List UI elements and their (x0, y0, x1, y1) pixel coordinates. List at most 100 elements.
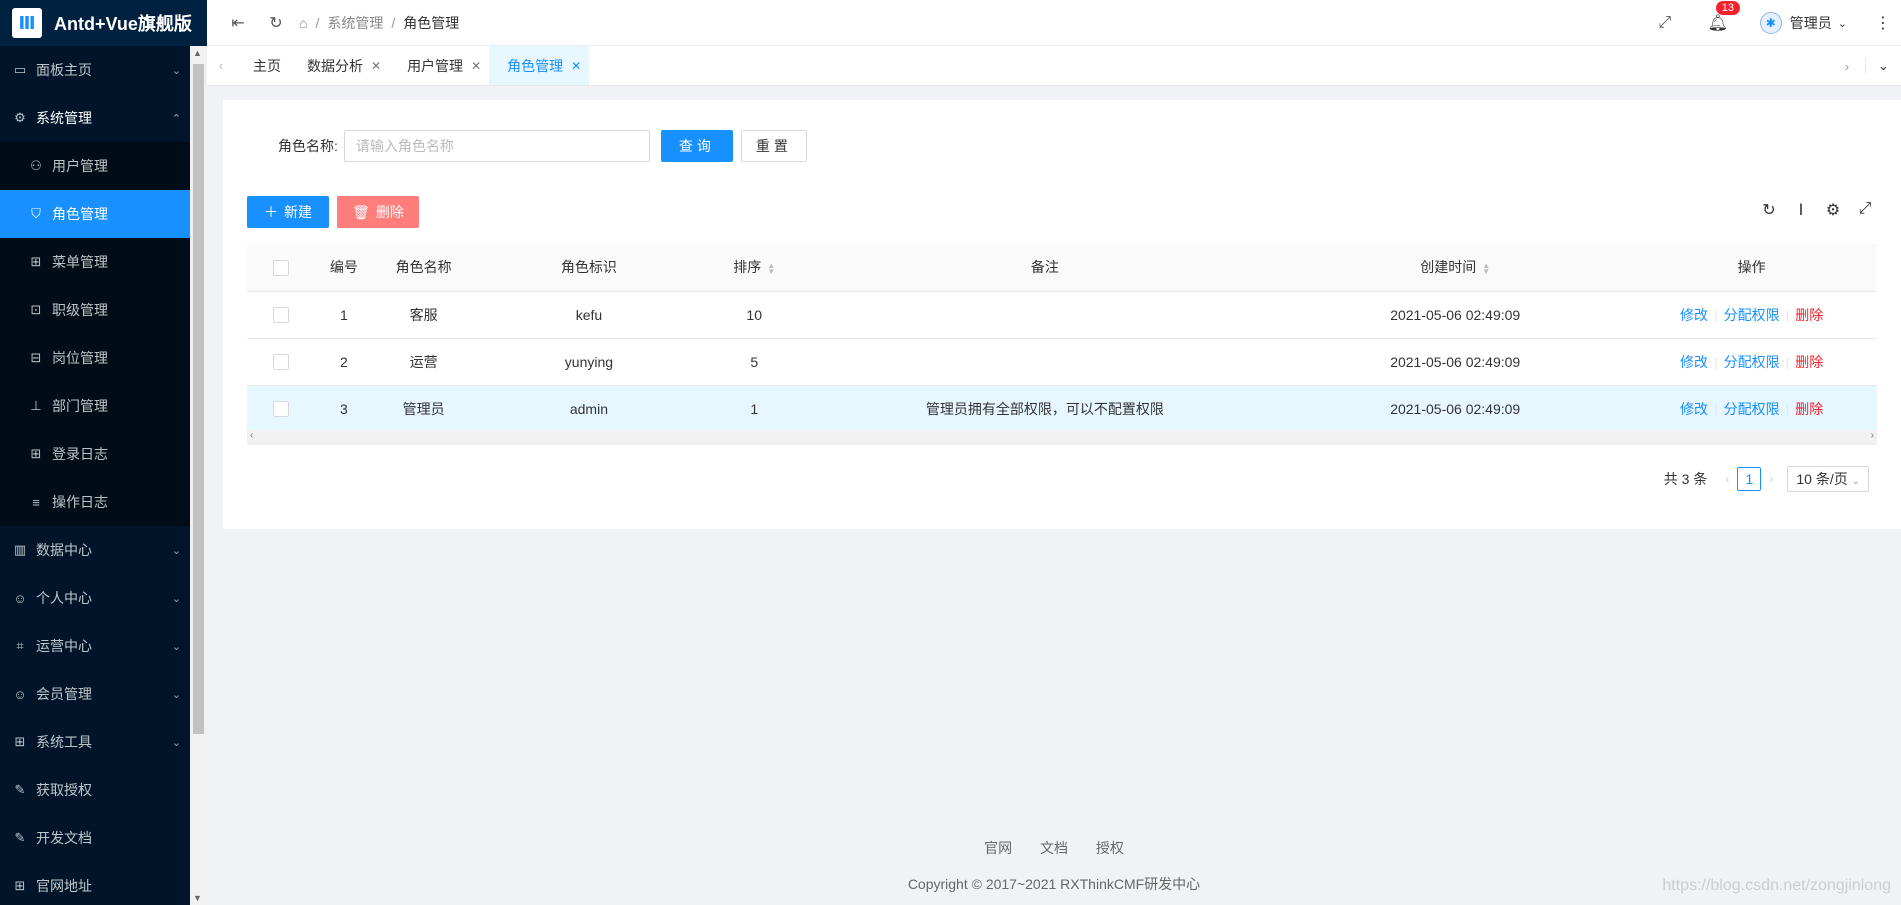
reset-button[interactable]: 重置 (740, 130, 807, 162)
more-icon[interactable]: ⋮ (1865, 13, 1901, 33)
select-all-cell (247, 244, 316, 292)
tabs-scroll-left-icon[interactable]: ‹ (207, 46, 235, 85)
page-1[interactable]: 1 (1737, 467, 1762, 491)
page-size-select[interactable]: 10 条/页 ⌄ (1787, 466, 1869, 492)
user-menu[interactable]: ✱ 管理员 ⌄ (1759, 12, 1847, 34)
density-icon[interactable]: Ⅰ (1785, 200, 1817, 220)
scroll-down-icon[interactable]: ▼ (193, 893, 202, 903)
app-title: Antd+Vue旗舰版 (54, 14, 192, 34)
copyright: Copyright © 2017~2021 RXThinkCMF研发中心 (907, 876, 1201, 892)
docs-icon: ✎ (14, 830, 26, 845)
footer: 官网 文档 授权 Copyright © 2017~2021 RXThinkCM… (207, 838, 1901, 894)
watermark: https://blog.csdn.net/zongjinlong (1662, 877, 1891, 894)
sidebar-item-operations[interactable]: ⌗ 运营中心 ⌄ (0, 622, 207, 670)
chart-icon: ▥ (13, 542, 27, 557)
sidebar-item-label: 开发文档 (36, 830, 92, 846)
cell-actions: 修改 | 分配权限 | 删除 (1626, 385, 1877, 433)
dept-icon: ⊥ (30, 398, 42, 413)
footer-link-docs[interactable]: 文档 (1040, 840, 1068, 856)
scroll-up-icon[interactable]: ▲ (193, 48, 202, 58)
cell-code: yunying (474, 338, 703, 386)
menu-fold-icon[interactable]: ⇤ (219, 13, 257, 33)
sidebar-item-departments[interactable]: ⊥ 部门管理 (0, 382, 207, 430)
sidebar-item-label: 职级管理 (52, 302, 108, 318)
reload-icon[interactable]: ↻ (1753, 200, 1785, 220)
tabs-dropdown-icon[interactable]: ⌄ (1865, 58, 1901, 74)
edit-link[interactable]: 修改 (1680, 401, 1708, 417)
sidebar-item-menus[interactable]: ⊞ 菜单管理 (0, 238, 207, 286)
next-page-icon[interactable]: › (1769, 472, 1773, 486)
logo[interactable]: Ⅲ Antd+Vue旗舰版 (0, 0, 207, 46)
edit-link[interactable]: 修改 (1680, 354, 1708, 370)
col-sort[interactable]: 排序 ▲ ▼ (702, 244, 806, 292)
delete-link[interactable]: 删除 (1795, 307, 1823, 323)
plus-icon: ＋ (264, 204, 278, 220)
sidebar-item-system[interactable]: ⚙ 系统管理 ⌃ (0, 94, 207, 142)
new-button[interactable]: ＋ 新建 (247, 196, 329, 228)
table-horizontal-scrollbar[interactable]: ‹ › (247, 430, 1877, 445)
delete-button-label: 删除 (375, 204, 404, 220)
notifications[interactable]: 🔔︎ 13 (1698, 1, 1741, 33)
sidebar-item-roles[interactable]: ⛉ 角色管理 (0, 190, 190, 238)
assign-permission-link[interactable]: 分配权限 (1724, 354, 1780, 370)
total-count: 共 3 条 (1663, 471, 1708, 487)
prev-page-icon[interactable]: ‹ (1725, 472, 1729, 486)
close-icon[interactable]: ✕ (371, 59, 381, 73)
cell-created: 2021-05-06 02:49:09 (1284, 385, 1627, 433)
tab-home[interactable]: 主页 (235, 46, 289, 85)
delete-button[interactable]: 🗑︎ 删除 (337, 196, 419, 228)
bell-icon: 🔔︎ (1707, 15, 1728, 32)
list-icon: ≡ (32, 494, 40, 510)
column-settings-icon[interactable]: ⚙ (1817, 200, 1849, 220)
sidebar-item-tools[interactable]: ⊞ 系统工具 ⌄ (0, 718, 207, 766)
tab-role-management[interactable]: 角色管理 ✕ (489, 46, 590, 85)
fullscreen-icon[interactable]: ⤢ (1849, 200, 1881, 220)
assign-permission-link[interactable]: 分配权限 (1724, 307, 1780, 323)
chevron-down-icon: ⌄ (171, 544, 181, 557)
footer-link-license[interactable]: 授权 (1096, 840, 1124, 856)
tab-user-management[interactable]: 用户管理 ✕ (389, 46, 489, 85)
query-button[interactable]: 查询 (660, 130, 733, 162)
scroll-left-icon[interactable]: ‹ (250, 430, 253, 441)
sidebar-item-license[interactable]: ✎ 获取授权 (0, 766, 207, 814)
tabs-scroll-right-icon[interactable]: › (1829, 59, 1865, 74)
row-checkbox[interactable] (273, 401, 290, 418)
sidebar-item-label: 会员管理 (36, 686, 92, 702)
content-card: 角色名称: 查询 重置 ＋ 新建 🗑︎ 删除 ↻ Ⅰ ⚙ ⤢ 编号 角色名称 角色标… (223, 100, 1901, 529)
tabs-controls: › ⌄ (1829, 46, 1901, 86)
edit-link[interactable]: 修改 (1680, 307, 1708, 323)
breadcrumb: ⌂ / 系统管理 / 角色管理 (299, 13, 460, 33)
select-all-checkbox[interactable] (273, 259, 290, 276)
sidebar-item-website[interactable]: ⊞ 官网地址 (0, 862, 207, 905)
breadcrumb-item[interactable]: 系统管理 (327, 13, 383, 33)
close-icon[interactable]: ✕ (571, 59, 581, 73)
scroll-right-icon[interactable]: › (1871, 430, 1874, 441)
sidebar-item-login-log[interactable]: ⊞ 登录日志 (0, 430, 207, 478)
sidebar-item-users[interactable]: ⚇ 用户管理 (0, 142, 207, 190)
sidebar-item-members[interactable]: ☺ 会员管理 ⌄ (0, 670, 207, 718)
col-created[interactable]: 创建时间 ▲ ▼ (1284, 244, 1627, 292)
refresh-icon[interactable]: ↻ (257, 13, 295, 33)
chevron-down-icon: ⌄ (1851, 476, 1860, 487)
delete-link[interactable]: 删除 (1795, 354, 1823, 370)
sidebar-item-operation-log[interactable]: ≡ 操作日志 (0, 478, 207, 526)
sidebar-scrollbar[interactable]: ▲ ▼ (190, 46, 207, 905)
row-checkbox[interactable] (273, 354, 290, 371)
tab-data-analysis[interactable]: 数据分析 ✕ (289, 46, 389, 85)
footer-link-website[interactable]: 官网 (984, 840, 1012, 856)
home-icon[interactable]: ⌂ (299, 15, 307, 31)
sidebar-item-docs[interactable]: ✎ 开发文档 (0, 814, 207, 862)
role-name-input[interactable] (343, 130, 650, 162)
sidebar-item-data-center[interactable]: ▥ 数据中心 ⌄ (0, 526, 207, 574)
close-icon[interactable]: ✕ (471, 59, 481, 73)
sidebar-item-dashboard[interactable]: ▭ 面板主页 ⌄ (0, 46, 207, 94)
delete-link[interactable]: 删除 (1795, 401, 1823, 417)
fullscreen-icon[interactable]: ⤢ (1646, 14, 1684, 32)
row-checkbox[interactable] (273, 307, 290, 324)
sidebar-item-personal[interactable]: ☺ 个人中心 ⌄ (0, 574, 207, 622)
sidebar-scroll-thumb[interactable] (193, 64, 204, 734)
sidebar-item-ranks[interactable]: ⊡ 职级管理 (0, 286, 207, 334)
sidebar-item-posts[interactable]: ⊟ 岗位管理 (0, 334, 207, 382)
sidebar-item-label: 系统管理 (36, 110, 92, 126)
assign-permission-link[interactable]: 分配权限 (1724, 401, 1780, 417)
